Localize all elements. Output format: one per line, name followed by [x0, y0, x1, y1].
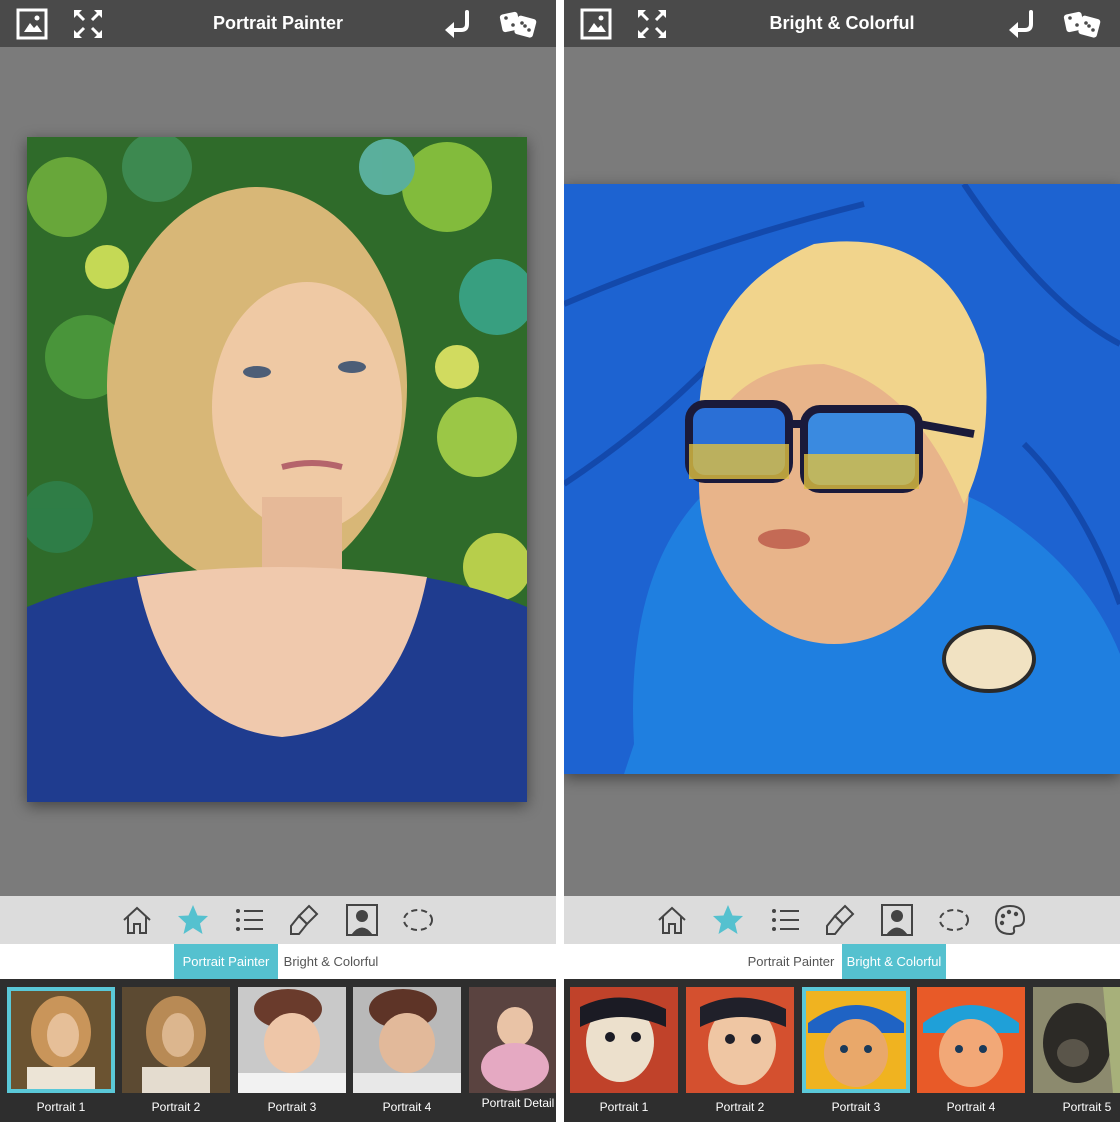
preset-label: Portrait 3 — [267, 1100, 317, 1114]
canvas-area — [0, 47, 556, 896]
preset-thumbnail[interactable] — [686, 987, 794, 1093]
top-bar: Portrait Painter — [0, 0, 556, 47]
preset-label: Portrait 1 — [36, 1100, 86, 1114]
preset-thumbnail[interactable] — [7, 987, 115, 1093]
preset-thumbnail[interactable] — [570, 987, 678, 1093]
home-icon[interactable] — [654, 902, 690, 938]
list-icon[interactable] — [231, 902, 267, 938]
style-tabs: Portrait Painter Bright & Colorful — [0, 944, 556, 979]
preset-label: Portrait 5 — [1062, 1100, 1112, 1114]
tool-bar — [0, 896, 556, 944]
brush-icon[interactable] — [823, 902, 859, 938]
tab-bright-colorful[interactable]: Bright & Colorful — [280, 944, 382, 979]
gallery-icon[interactable] — [15, 7, 49, 41]
brush-icon[interactable] — [287, 902, 323, 938]
lasso-icon[interactable] — [936, 902, 972, 938]
portrait-icon[interactable] — [344, 902, 380, 938]
style-tabs: Portrait Painter Bright & Colorful — [564, 944, 1120, 979]
preset-label: Portrait Detail 1 — [481, 1096, 556, 1110]
dice-icon[interactable] — [1062, 7, 1104, 41]
undo-icon[interactable] — [1005, 7, 1039, 41]
preset-label: Portrait 2 — [715, 1100, 765, 1114]
painted-portrait-child — [564, 184, 1120, 774]
preset-strip: Portrait 1 Portrait 2 Portrait 3 Portrai… — [0, 979, 556, 1122]
star-icon[interactable] — [710, 902, 746, 938]
top-bar: Bright & Colorful — [564, 0, 1120, 47]
gallery-icon[interactable] — [579, 7, 613, 41]
preset-label: Portrait 1 — [599, 1100, 649, 1114]
preset-thumbnail[interactable] — [802, 987, 910, 1093]
tab-bright-colorful[interactable]: Bright & Colorful — [842, 944, 946, 979]
preset-label: Portrait 4 — [382, 1100, 432, 1114]
tab-portrait-painter[interactable]: Portrait Painter — [174, 944, 278, 979]
undo-icon[interactable] — [441, 7, 475, 41]
fullscreen-icon[interactable] — [71, 7, 105, 41]
preset-thumbnail[interactable] — [353, 987, 461, 1093]
preset-strip: Portrait 1 Portrait 2 Portrait 3 Portrai… — [564, 979, 1120, 1122]
canvas-area — [564, 47, 1120, 896]
left-panel: Portrait Painter Portrait Painter Bright… — [0, 0, 556, 1122]
preset-thumbnail[interactable] — [469, 987, 556, 1093]
home-icon[interactable] — [119, 902, 155, 938]
preset-label: Portrait 4 — [946, 1100, 996, 1114]
tab-portrait-painter[interactable]: Portrait Painter — [740, 944, 842, 979]
painted-portrait-woman — [27, 137, 527, 802]
dice-icon[interactable] — [498, 7, 540, 41]
preset-thumbnail[interactable] — [122, 987, 230, 1093]
fullscreen-icon[interactable] — [635, 7, 669, 41]
preset-thumbnail[interactable] — [917, 987, 1025, 1093]
right-panel: Bright & Colorful Portrait Painter Brigh… — [564, 0, 1120, 1122]
preset-label: Portrait 2 — [151, 1100, 201, 1114]
portrait-icon[interactable] — [879, 902, 915, 938]
lasso-icon[interactable] — [400, 902, 436, 938]
palette-icon[interactable] — [992, 902, 1028, 938]
preset-thumbnail[interactable] — [1033, 987, 1120, 1093]
list-icon[interactable] — [767, 902, 803, 938]
tool-bar — [564, 896, 1120, 944]
preset-thumbnail[interactable] — [238, 987, 346, 1093]
star-icon[interactable] — [175, 902, 211, 938]
preset-label: Portrait 3 — [831, 1100, 881, 1114]
panel-divider — [556, 0, 564, 1122]
